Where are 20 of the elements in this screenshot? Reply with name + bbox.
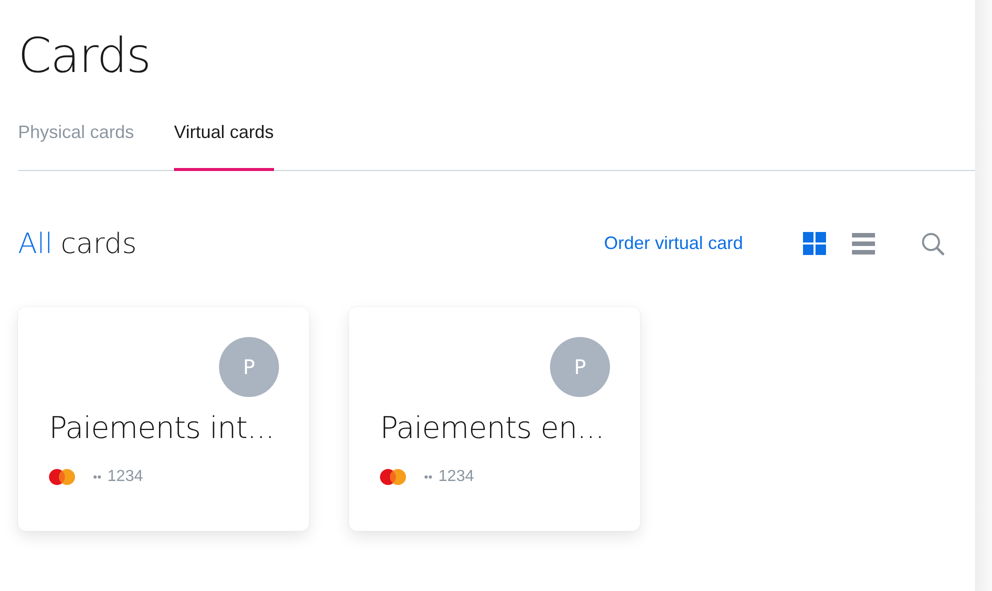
section-title: cards	[60, 226, 137, 262]
order-virtual-card-link[interactable]: Order virtual card	[604, 230, 743, 258]
mastercard-icon	[380, 469, 406, 486]
avatar: P	[550, 336, 610, 397]
masked-digits: ••	[424, 469, 432, 486]
mastercard-icon	[49, 469, 75, 486]
list-view-button[interactable]	[852, 232, 875, 255]
filter-link[interactable]: All	[18, 222, 53, 265]
virtual-card[interactable]: P Paiements int... •• 1234	[18, 306, 309, 531]
search-icon[interactable]	[921, 232, 945, 256]
card-name: Paiements int...	[49, 410, 276, 448]
card-name: Paiements en...	[380, 410, 606, 448]
avatar: P	[219, 336, 279, 397]
masked-digits: ••	[93, 469, 102, 486]
card-last-digits: 1234	[438, 467, 474, 488]
virtual-card[interactable]: P Paiements en... •• 1234	[349, 306, 640, 531]
card-last-digits: 1234	[107, 467, 143, 488]
tab[interactable]: Virtual cards	[174, 112, 274, 171]
grid-view-button[interactable]	[803, 232, 826, 256]
page-title: Cards	[18, 30, 152, 83]
